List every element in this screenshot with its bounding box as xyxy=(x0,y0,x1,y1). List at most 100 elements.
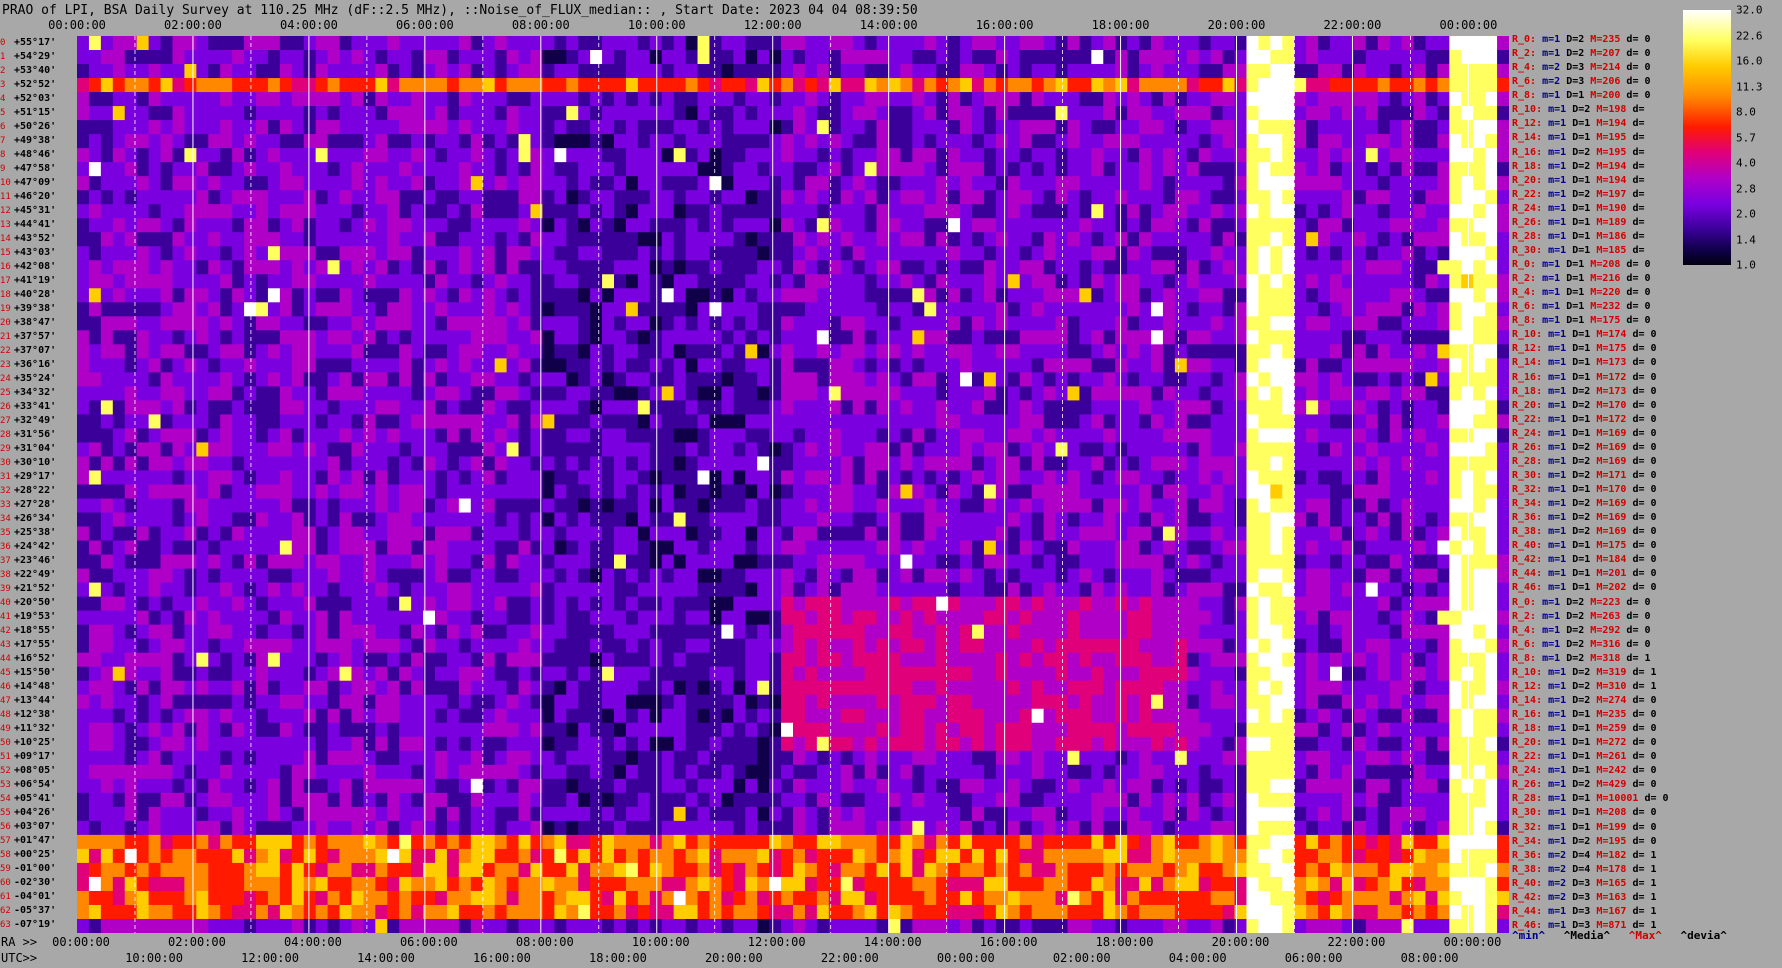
heatmap-cell xyxy=(757,414,770,430)
heatmap-cell xyxy=(995,92,1009,107)
heatmap-cell xyxy=(1198,232,1212,247)
heatmap-cell xyxy=(208,274,221,289)
heatmap-cell xyxy=(1174,204,1188,219)
heatmap-cell xyxy=(232,204,245,219)
heatmap-cell xyxy=(435,78,448,93)
heatmap-cell xyxy=(769,106,782,121)
heatmap-cell xyxy=(924,428,937,444)
heatmap-cell xyxy=(649,50,663,65)
heatmap-cell xyxy=(196,246,209,261)
heatmap-cell xyxy=(733,246,746,261)
heatmap-cell xyxy=(614,232,627,247)
heatmap-cell xyxy=(327,428,341,444)
heatmap-cell xyxy=(1067,428,1080,444)
heatmap-cell xyxy=(88,526,102,542)
heatmap-cell xyxy=(482,400,496,416)
heatmap-cell xyxy=(1377,414,1391,430)
heatmap-cell xyxy=(1437,400,1450,416)
heatmap-cell xyxy=(1019,162,1033,177)
heatmap-cell xyxy=(888,526,901,542)
heatmap-cell xyxy=(840,540,854,556)
heatmap-cell xyxy=(1294,64,1307,79)
heatmap-cell xyxy=(673,456,687,472)
heatmap-cell xyxy=(864,512,878,528)
heatmap-cell xyxy=(1282,218,1295,233)
heatmap-cell xyxy=(339,50,353,65)
heatmap-cell xyxy=(1449,78,1462,93)
heatmap-cell xyxy=(470,358,484,373)
heatmap-cell xyxy=(1377,582,1391,598)
heatmap-cell xyxy=(1497,120,1509,135)
heatmap-cell xyxy=(1162,204,1176,219)
heatmap-cell xyxy=(446,344,460,359)
heatmap-cell xyxy=(661,512,675,528)
heatmap-cell xyxy=(77,92,90,107)
heatmap-cell xyxy=(256,204,269,219)
heatmap-cell xyxy=(256,106,269,121)
heatmap-cell xyxy=(733,232,746,247)
heatmap-cell xyxy=(303,288,317,303)
heatmap-cell xyxy=(649,148,663,163)
heatmap-cell xyxy=(769,456,782,472)
heatmap-cell xyxy=(1151,218,1164,233)
heatmap-cell xyxy=(566,442,579,458)
heatmap-cell xyxy=(912,106,925,121)
heatmap-cell xyxy=(614,316,627,331)
heatmap-cell xyxy=(1055,554,1069,570)
heatmap-cell xyxy=(1186,64,1200,79)
heatmap-cell xyxy=(279,316,293,331)
heatmap-cell xyxy=(518,386,532,402)
heatmap-cell xyxy=(554,288,567,303)
heatmap-cell xyxy=(912,162,925,177)
heatmap-cell xyxy=(625,64,639,79)
heatmap-cell xyxy=(1043,92,1057,107)
heatmap-cell xyxy=(578,358,591,373)
heatmap-cell xyxy=(876,106,890,121)
heatmap-cell xyxy=(1425,526,1438,542)
heatmap-cell xyxy=(554,400,567,416)
heatmap-cell xyxy=(518,288,532,303)
heatmap-cell xyxy=(852,288,866,303)
heatmap-cell xyxy=(972,484,985,500)
heatmap-cell xyxy=(685,568,699,584)
heatmap-cell xyxy=(1079,92,1092,107)
heatmap-cell xyxy=(721,120,734,135)
heatmap-cell xyxy=(1294,176,1307,191)
heatmap-cell xyxy=(1151,36,1164,51)
declination-index: 52 xyxy=(0,766,11,776)
heatmap-cell xyxy=(1162,302,1176,317)
heatmap-cell xyxy=(912,50,925,65)
heatmap-cell xyxy=(267,120,281,135)
heatmap-cell xyxy=(100,218,114,233)
heatmap-cell xyxy=(542,78,555,93)
heatmap-cell xyxy=(1473,470,1486,486)
heatmap-cell xyxy=(1174,288,1188,303)
heatmap-cell xyxy=(1151,176,1164,191)
heatmap-cell xyxy=(1258,344,1271,359)
heatmap-cell xyxy=(661,92,675,107)
heatmap-cell xyxy=(1318,330,1331,345)
heatmap-cell xyxy=(267,428,281,444)
heatmap-cell xyxy=(1389,386,1403,402)
heatmap-cell xyxy=(267,190,281,205)
heatmap-cell xyxy=(745,64,758,79)
heatmap-cell xyxy=(363,526,376,542)
heatmap-cell xyxy=(112,176,126,191)
heatmap-cell xyxy=(303,36,317,51)
heatmap-cell xyxy=(411,218,424,233)
heatmap-cell xyxy=(88,134,102,149)
declination-row: 57 +01°47' xyxy=(0,834,73,848)
heatmap-cell xyxy=(972,526,985,542)
heatmap-cell xyxy=(948,526,961,542)
heatmap-cell xyxy=(1019,484,1033,500)
heatmap-cell xyxy=(972,246,985,261)
heatmap-cell xyxy=(900,498,913,514)
heatmap-cell xyxy=(721,78,734,93)
heatmap-cell xyxy=(244,218,257,233)
heatmap-cell xyxy=(363,148,376,163)
heatmap-cell xyxy=(1174,498,1188,514)
heatmap-cell xyxy=(709,36,722,51)
heatmap-cell xyxy=(77,120,90,135)
heatmap-cell xyxy=(1377,330,1391,345)
heatmap-plot xyxy=(77,36,1509,933)
